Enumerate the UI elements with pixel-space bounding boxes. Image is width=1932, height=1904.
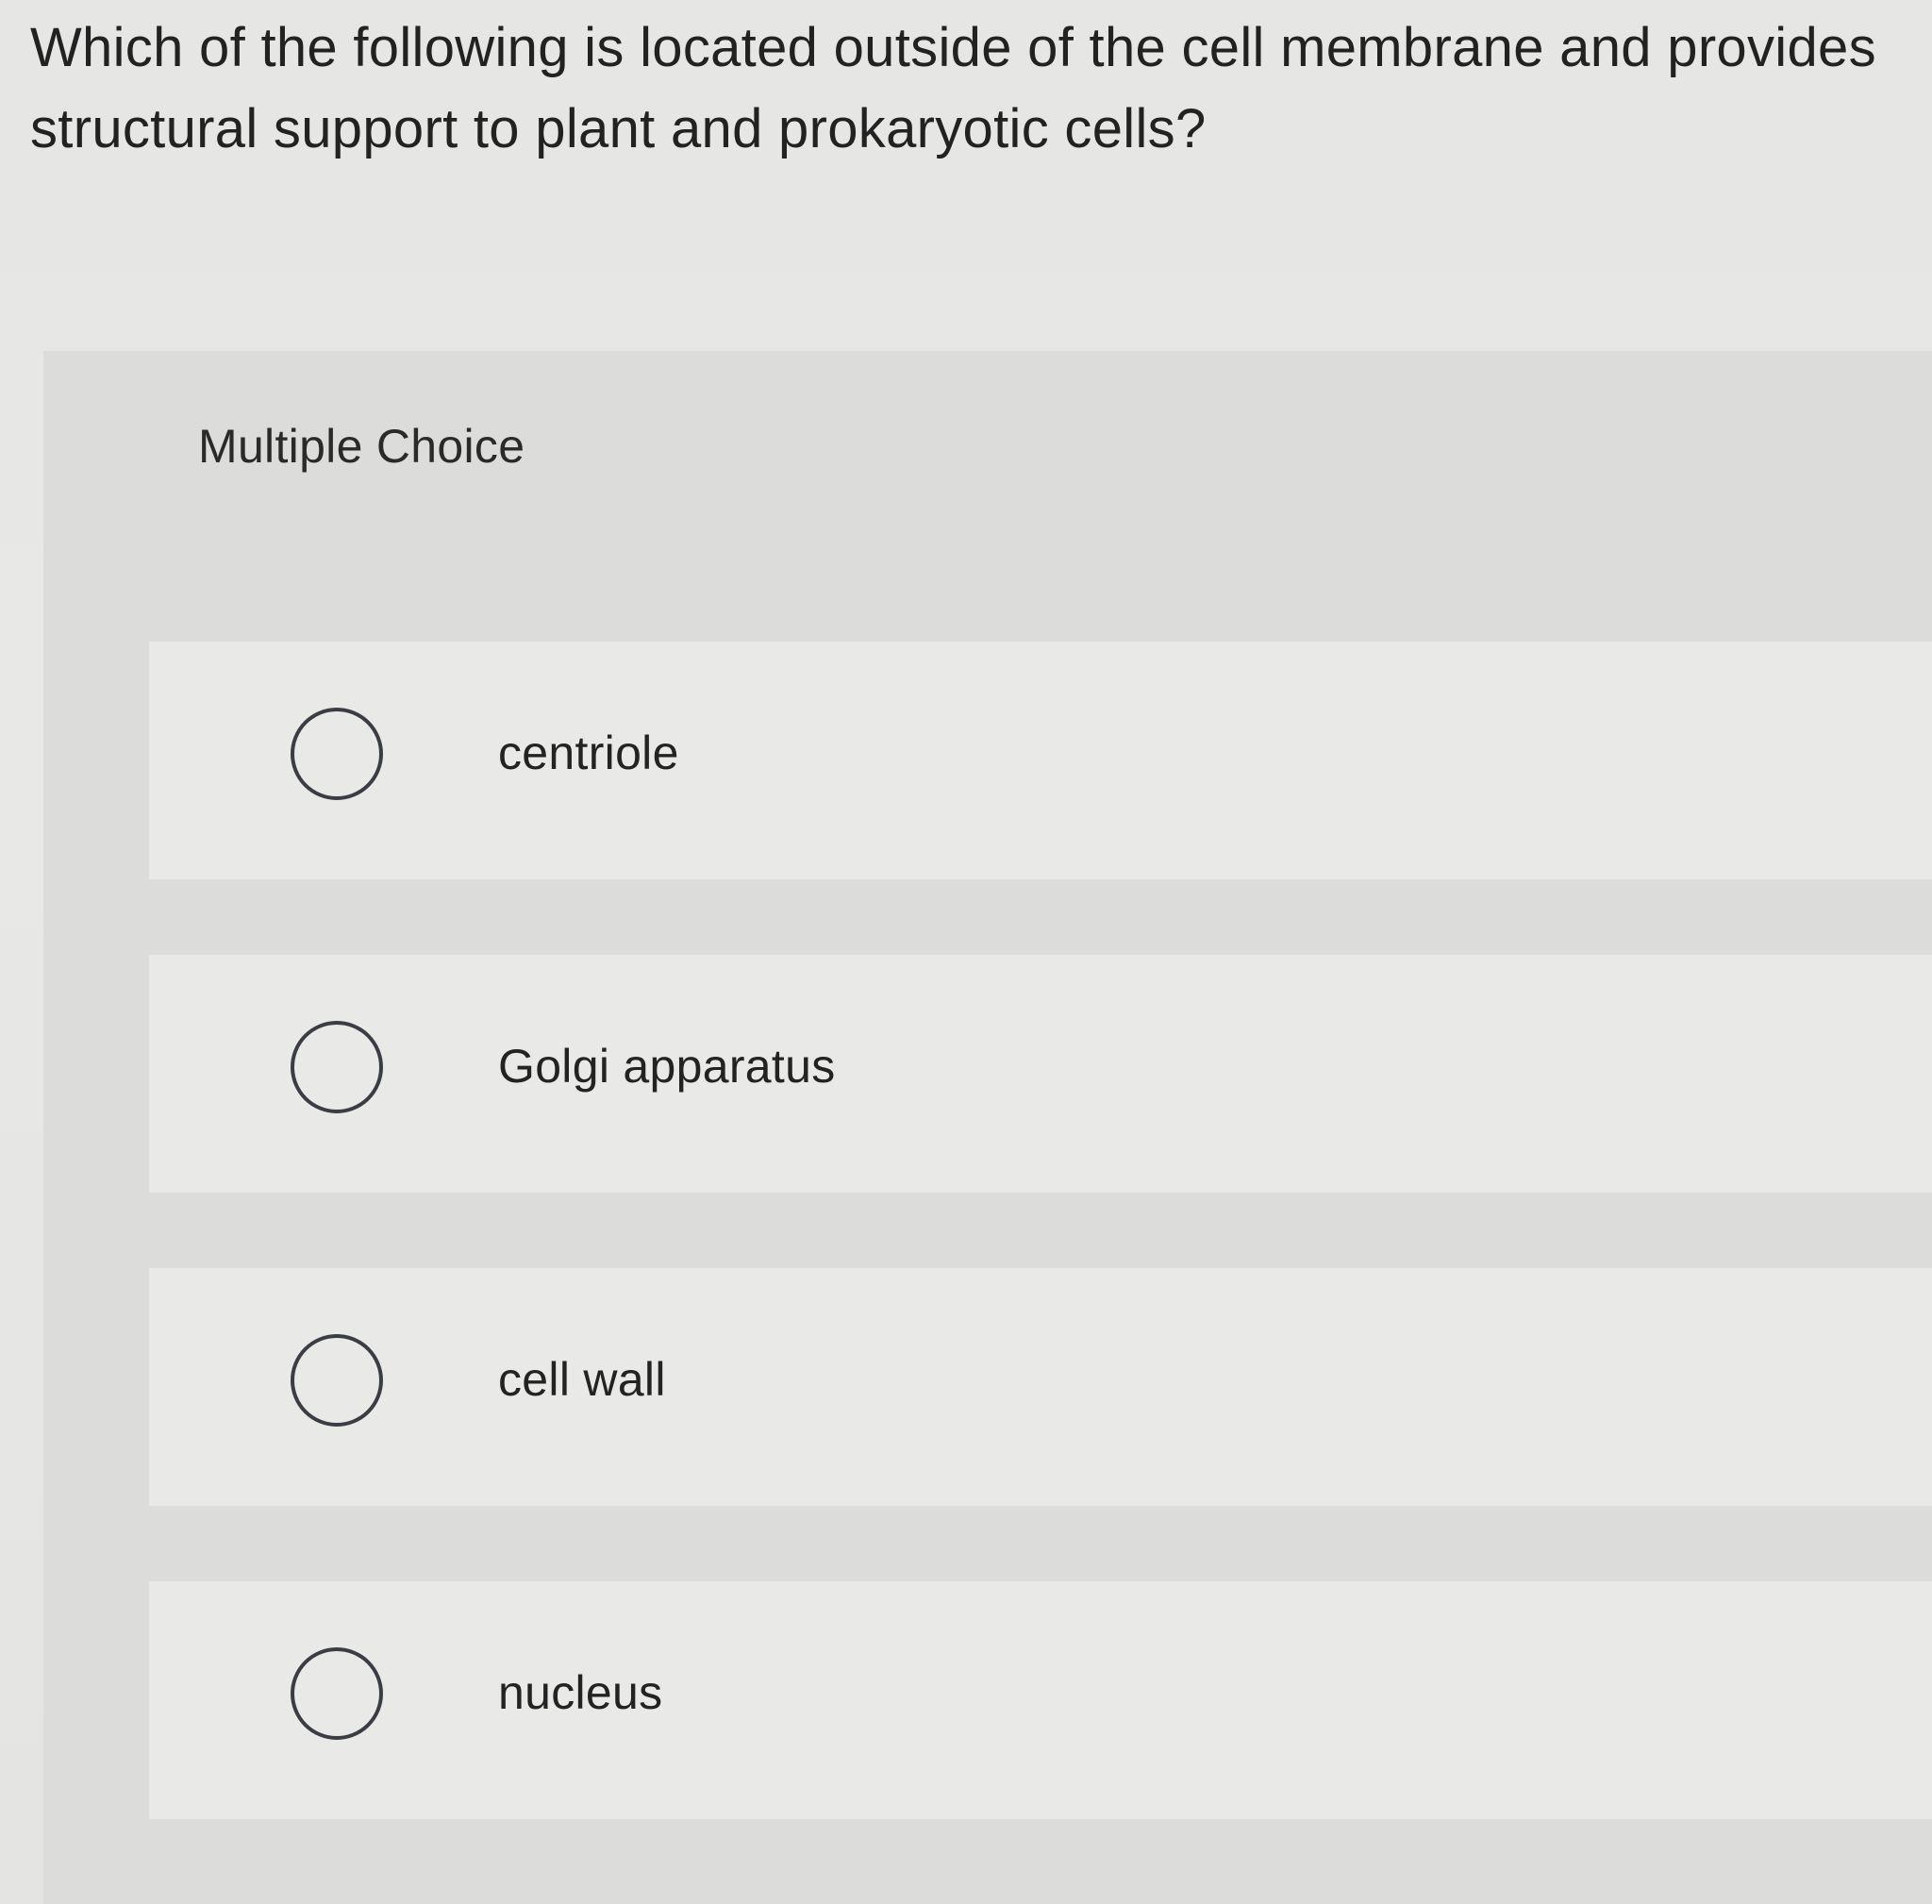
answer-option-nucleus[interactable]: nucleus [149,1581,1932,1819]
answer-option-centriole[interactable]: centriole [149,642,1932,879]
radio-button-icon[interactable] [291,708,383,800]
question-type-label: Multiple Choice [198,420,525,473]
answer-option-label: cell wall [498,1353,666,1406]
answer-option-golgi-apparatus[interactable]: Golgi apparatus [149,955,1932,1193]
multiple-choice-panel: Multiple Choice centriole Golgi apparatu… [43,351,1932,1904]
question-text: Which of the following is located outsid… [30,17,1876,159]
radio-button-icon[interactable] [291,1334,383,1427]
radio-button-icon[interactable] [291,1021,383,1113]
answer-options-list: centriole Golgi apparatus cell wall nucl… [149,642,1932,1895]
answer-option-label: Golgi apparatus [498,1040,836,1093]
answer-option-label: centriole [498,727,679,779]
answer-option-label: nucleus [498,1666,663,1719]
answer-option-cell-wall[interactable]: cell wall [149,1268,1932,1506]
radio-button-icon[interactable] [291,1647,383,1740]
